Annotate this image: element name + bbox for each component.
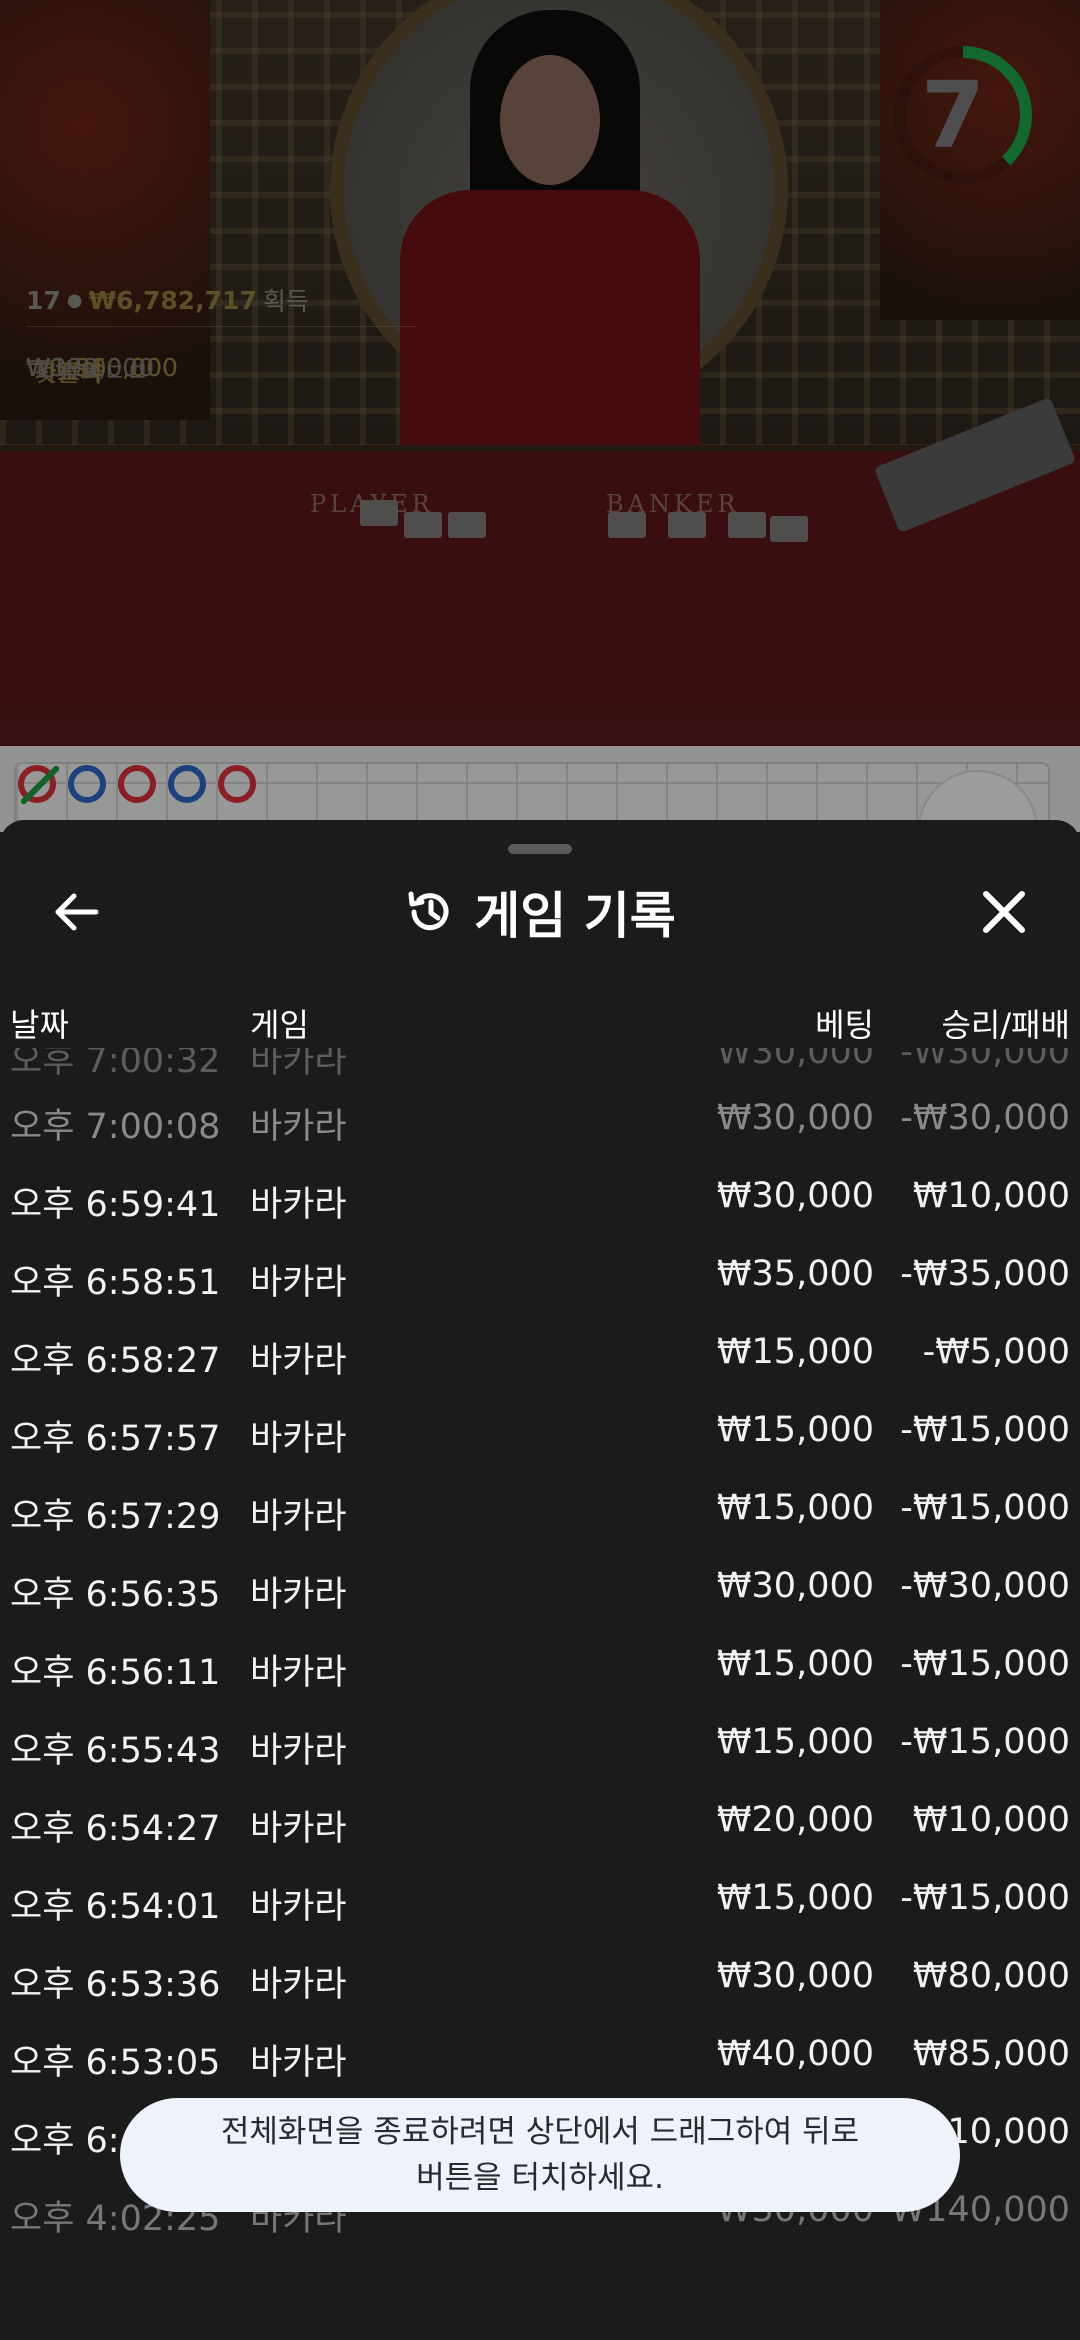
row-game: 바카라 (250, 1185, 347, 1225)
row-game: 바카라 (250, 2043, 347, 2083)
toast-line-2: 버튼을 터치하세요. (416, 2160, 664, 2196)
history-icon (408, 891, 449, 931)
row-time: 오후 6:56:35 (10, 1575, 221, 1615)
row-result: -₩30,000 (900, 1048, 1070, 1072)
history-row[interactable]: 오후 6:53:36 바카라 ₩30,000 ₩80,000 (0, 1940, 1080, 2018)
column-header-date[interactable]: 날짜 (10, 1000, 69, 1046)
row-time: 오후 6:59:41 (10, 1185, 221, 1225)
row-time: 오후 6:57:29 (10, 1497, 221, 1537)
row-time: 오후 6:58:51 (10, 1263, 221, 1303)
row-time: 오후 6:54:27 (10, 1809, 221, 1849)
row-time: 오후 6:58:27 (10, 1341, 221, 1381)
toast-line-1: 전체화면을 종료하려면 상단에서 드래그하여 뒤로 (220, 2114, 860, 2150)
row-result: -₩15,000 (900, 1644, 1070, 1684)
column-header-result[interactable]: 승리/패배 (941, 1000, 1070, 1046)
row-result: ₩10,000 (912, 1176, 1070, 1216)
row-game: 바카라 (250, 1731, 347, 1771)
row-result: 10,000 (947, 2112, 1070, 2152)
column-header-game[interactable]: 게임 (250, 1000, 309, 1046)
history-row[interactable]: 오후 6:55:43 바카라 ₩15,000 -₩15,000 (0, 1706, 1080, 1784)
row-game: 바카라 (250, 1575, 347, 1615)
history-row[interactable]: 오후 6:58:27 바카라 ₩15,000 -₩5,000 (0, 1316, 1080, 1394)
back-button[interactable] (40, 876, 112, 948)
row-time: 오후 6:53:05 (10, 2043, 221, 2083)
row-game: 바카라 (250, 1263, 347, 1303)
row-result: -₩15,000 (900, 1410, 1070, 1450)
dim-overlay[interactable] (0, 0, 1080, 832)
row-result: -₩15,000 (900, 1722, 1070, 1762)
row-result: -₩15,000 (900, 1488, 1070, 1528)
row-result: ₩10,000 (912, 1800, 1070, 1840)
row-game: 바카라 (250, 1809, 347, 1849)
row-time: 오후 6:55:43 (10, 1731, 221, 1771)
row-time: 오후 6:56:11 (10, 1653, 221, 1693)
row-bet: ₩30,000 (716, 1048, 874, 1072)
row-bet: ₩15,000 (716, 1722, 874, 1762)
row-game: 바카라 (250, 1341, 347, 1381)
history-row[interactable]: 오후 6:56:11 바카라 ₩15,000 -₩15,000 (0, 1628, 1080, 1706)
row-bet: ₩15,000 (716, 1488, 874, 1528)
row-game: 바카라 (250, 1107, 347, 1147)
row-bet: ₩30,000 (716, 1956, 874, 1996)
row-game: 바카라 (250, 1887, 347, 1927)
row-result: ₩85,000 (912, 2034, 1070, 2074)
fullscreen-exit-toast: 전체화면을 종료하려면 상단에서 드래그하여 뒤로 버튼을 터치하세요. (120, 2098, 960, 2212)
history-row[interactable]: 오후 6:54:27 바카라 ₩20,000 ₩10,000 (0, 1784, 1080, 1862)
history-row[interactable]: 오후 6:56:35 바카라 ₩30,000 -₩30,000 (0, 1550, 1080, 1628)
row-bet: ₩15,000 (716, 1644, 874, 1684)
history-row[interactable]: 오후 7:00:08 바카라 ₩30,000 -₩30,000 (0, 1082, 1080, 1160)
row-game: 바카라 (250, 1653, 347, 1693)
row-result: ₩80,000 (912, 1956, 1070, 1996)
row-time: 오후 6:53:36 (10, 1965, 221, 2005)
history-row[interactable]: 오후 6:57:29 바카라 ₩15,000 -₩15,000 (0, 1472, 1080, 1550)
row-time: 오후 6:57:57 (10, 1419, 221, 1459)
row-game: 바카라 (250, 1419, 347, 1459)
row-result: -₩5,000 (922, 1332, 1070, 1372)
row-result: -₩30,000 (900, 1098, 1070, 1138)
history-row[interactable]: 오후 6:54:01 바카라 ₩15,000 -₩15,000 (0, 1862, 1080, 1940)
row-bet: ₩35,000 (716, 1254, 874, 1294)
row-game: 바카라 (250, 1497, 347, 1537)
row-bet: ₩30,000 (716, 1098, 874, 1138)
history-row[interactable]: 오후 6:57:57 바카라 ₩15,000 -₩15,000 (0, 1394, 1080, 1472)
sheet-title: 게임 기록 (474, 887, 676, 945)
close-icon (983, 891, 1025, 933)
row-game: 바카라 (250, 1048, 347, 1081)
row-result: -₩35,000 (900, 1254, 1070, 1294)
sheet-header: 게임 기록 (0, 876, 1080, 948)
history-row[interactable]: 오후 6:53:05 바카라 ₩40,000 ₩85,000 (0, 2018, 1080, 2096)
row-time: 오후 6: (10, 2121, 120, 2161)
history-row[interactable]: 오후 6:59:41 바카라 ₩30,000 ₩10,000 (0, 1160, 1080, 1238)
history-row[interactable]: 오후 6:58:51 바카라 ₩35,000 -₩35,000 (0, 1238, 1080, 1316)
column-header-bet[interactable]: 베팅 (815, 1000, 874, 1046)
drag-handle[interactable] (508, 844, 572, 854)
row-result: -₩15,000 (900, 1878, 1070, 1918)
history-row[interactable]: 오후 7:00:32 바카라 ₩30,000 -₩30,000 (0, 1048, 1080, 1081)
row-bet: ₩15,000 (716, 1878, 874, 1918)
close-button[interactable] (968, 876, 1040, 948)
row-bet: ₩40,000 (716, 2034, 874, 2074)
row-time: 오후 7:00:32 (10, 1048, 221, 1081)
row-bet: ₩20,000 (716, 1800, 874, 1840)
row-bet: ₩15,000 (716, 1410, 874, 1450)
row-time: 오후 7:00:08 (10, 1107, 221, 1147)
row-bet: ₩30,000 (716, 1566, 874, 1606)
row-game: 바카라 (250, 1965, 347, 2005)
row-bet: ₩15,000 (716, 1332, 874, 1372)
row-result: -₩30,000 (900, 1566, 1070, 1606)
arrow-left-icon (55, 893, 99, 931)
row-bet: ₩30,000 (716, 1176, 874, 1216)
row-time: 오후 6:54:01 (10, 1887, 221, 1927)
